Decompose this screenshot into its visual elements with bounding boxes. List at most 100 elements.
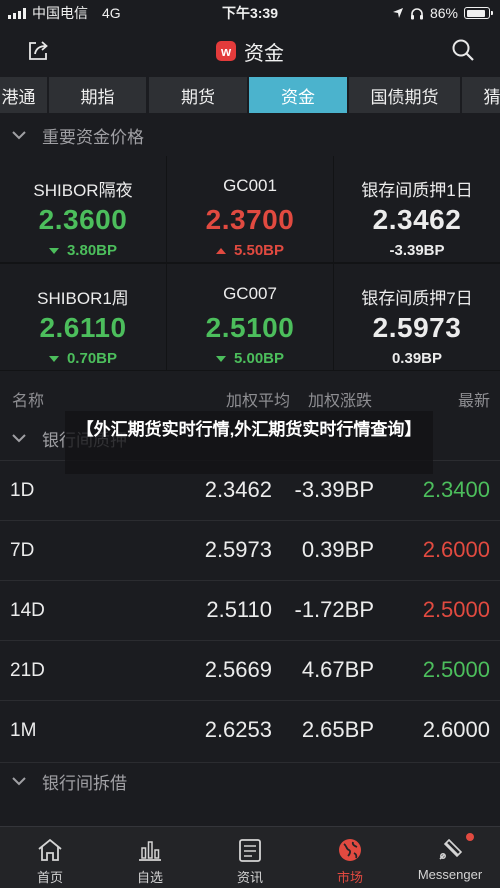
tab-hk-connect[interactable]: 港通: [0, 77, 47, 113]
card-change: 5.50BP: [167, 242, 333, 259]
headphones-icon: [410, 7, 423, 19]
card-change: 5.00BP: [167, 350, 333, 367]
row-weighted-change: 4.67BP: [301, 657, 374, 682]
row-tenor: 1M: [10, 720, 37, 741]
tab-label: 猜: [483, 87, 500, 107]
down-arrow-icon: [48, 248, 59, 255]
row-weighted-change: -3.39BP: [294, 477, 375, 502]
card-name: GC001: [223, 176, 277, 195]
row-weighted-avg: 2.6253: [204, 717, 272, 742]
table-row[interactable]: 7D 2.5973 0.39BP 2.6000: [0, 520, 500, 580]
section-title: 银行间拆借: [42, 774, 127, 793]
card-change-value: 5.50BP: [233, 242, 285, 259]
carrier-name: 中国电信: [32, 5, 88, 21]
down-arrow-icon: [48, 356, 59, 363]
card-change-value: -3.39BP: [389, 242, 445, 259]
section-interbank-lending[interactable]: 银行间拆借: [0, 762, 500, 800]
card-value: 2.6110: [39, 312, 127, 343]
nav-bar: w 资金: [0, 26, 500, 76]
row-weighted-change: 2.65BP: [301, 717, 374, 742]
row-latest: 2.3400: [422, 477, 490, 502]
price-card[interactable]: GC001 2.3700 5.50BP: [167, 156, 333, 262]
table-row[interactable]: 1M 2.6253 2.65BP 2.6000: [0, 700, 500, 760]
row-weighted-avg: 2.3462: [204, 477, 272, 502]
market-tabs: 港通 期指 期货 资金 国债期货 猜: [0, 77, 500, 115]
card-value: 2.5100: [205, 312, 295, 343]
column-latest[interactable]: 最新: [458, 387, 490, 411]
up-arrow-icon: [215, 248, 226, 255]
card-value: 2.3600: [38, 204, 128, 235]
fund-price-grid: SHIBOR隔夜 2.3600 3.80BP GC001 2.3700 5.50…: [0, 156, 500, 371]
tab-label: 国债期货: [370, 87, 439, 107]
column-weighted-avg[interactable]: 加权平均: [226, 387, 290, 411]
article-title-overlay: 【外汇期货实时行情,外汇期货实时行情查询】: [65, 411, 433, 474]
status-time: 下午3:39: [221, 5, 279, 21]
card-name: GC007: [223, 284, 277, 303]
row-weighted-change: -1.72BP: [294, 597, 375, 622]
card-name: 银存间质押7日: [361, 289, 473, 308]
bottom-tab-home[interactable]: 首页: [0, 827, 100, 888]
bottom-tab-watchlist[interactable]: 自选: [100, 827, 200, 888]
chevron-down-icon: [12, 130, 26, 139]
page-title: 资金: [244, 42, 284, 65]
price-card[interactable]: GC007 2.5100 5.00BP: [167, 264, 333, 370]
tab-treasury-futures[interactable]: 国债期货: [349, 77, 460, 113]
bottom-tab-messenger[interactable]: Messenger: [400, 827, 500, 888]
chart-icon: [139, 841, 161, 861]
card-change-value: 3.80BP: [66, 242, 118, 259]
price-card[interactable]: 银存间质押7日 2.5973 0.39BP: [334, 264, 500, 370]
card-value: 2.5973: [372, 312, 462, 343]
card-name: SHIBOR1周: [37, 289, 129, 308]
tab-index-futures[interactable]: 期指: [49, 77, 146, 113]
card-change-value: 0.39BP: [391, 350, 443, 367]
search-icon[interactable]: [451, 38, 475, 62]
row-tenor: 7D: [10, 540, 35, 561]
card-change: 0.70BP: [0, 350, 166, 367]
price-card[interactable]: 银存间质押1日 2.3462 -3.39BP: [334, 156, 500, 262]
news-icon: [239, 839, 261, 862]
row-weighted-avg: 2.5669: [204, 657, 272, 682]
battery-percent: 86%: [429, 5, 458, 21]
card-change: 3.80BP: [0, 242, 166, 259]
bottom-tab-label: 资讯: [236, 870, 263, 885]
globe-icon: [339, 839, 361, 861]
card-value: 2.3700: [205, 204, 295, 235]
chevron-down-icon: [12, 433, 26, 442]
location-icon: [392, 8, 403, 18]
card-name: SHIBOR隔夜: [33, 181, 133, 200]
table-row[interactable]: 14D 2.5110 -1.72BP 2.5000: [0, 580, 500, 640]
battery-icon: [464, 7, 493, 19]
row-tenor: 21D: [10, 660, 45, 681]
share-icon[interactable]: [26, 39, 50, 63]
tab-futures[interactable]: 期货: [149, 77, 247, 113]
column-weighted-change[interactable]: 加权涨跌: [308, 387, 372, 411]
row-tenor: 14D: [10, 600, 45, 621]
price-card[interactable]: SHIBOR隔夜 2.3600 3.80BP: [0, 156, 166, 262]
tab-label: 期指: [80, 87, 115, 107]
card-change: 0.39BP: [334, 350, 500, 367]
section-title: 重要资金价格: [42, 127, 144, 147]
row-latest: 2.6000: [422, 537, 490, 562]
bottom-tab-market[interactable]: 市场: [300, 827, 400, 888]
signal-icon: [8, 7, 26, 19]
section-key-fund-prices[interactable]: 重要资金价格: [0, 116, 500, 154]
bottom-tab-label: Messenger: [417, 867, 483, 882]
card-change: -3.39BP: [334, 242, 500, 259]
column-name: 名称: [12, 393, 45, 410]
price-card[interactable]: SHIBOR1周 2.6110 0.70BP: [0, 264, 166, 370]
row-weighted-avg: 2.5973: [204, 537, 272, 562]
tab-funds[interactable]: 资金: [249, 77, 347, 113]
row-latest: 2.5000: [422, 657, 490, 682]
notification-dot: [466, 833, 474, 841]
messenger-icon: [439, 838, 463, 860]
table-column-header: 名称 加权平均 加权涨跌 最新: [0, 378, 500, 414]
card-change-value: 0.70BP: [66, 350, 118, 367]
bottom-tab-news[interactable]: 资讯: [200, 827, 300, 888]
tab-more[interactable]: 猜: [462, 77, 500, 113]
home-icon: [38, 838, 62, 861]
chevron-down-icon: [12, 777, 26, 786]
row-latest: 2.5000: [422, 597, 490, 622]
bottom-tab-label: 首页: [36, 870, 63, 885]
table-row[interactable]: 21D 2.5669 4.67BP 2.5000: [0, 640, 500, 700]
tab-label: 港通: [1, 87, 36, 107]
